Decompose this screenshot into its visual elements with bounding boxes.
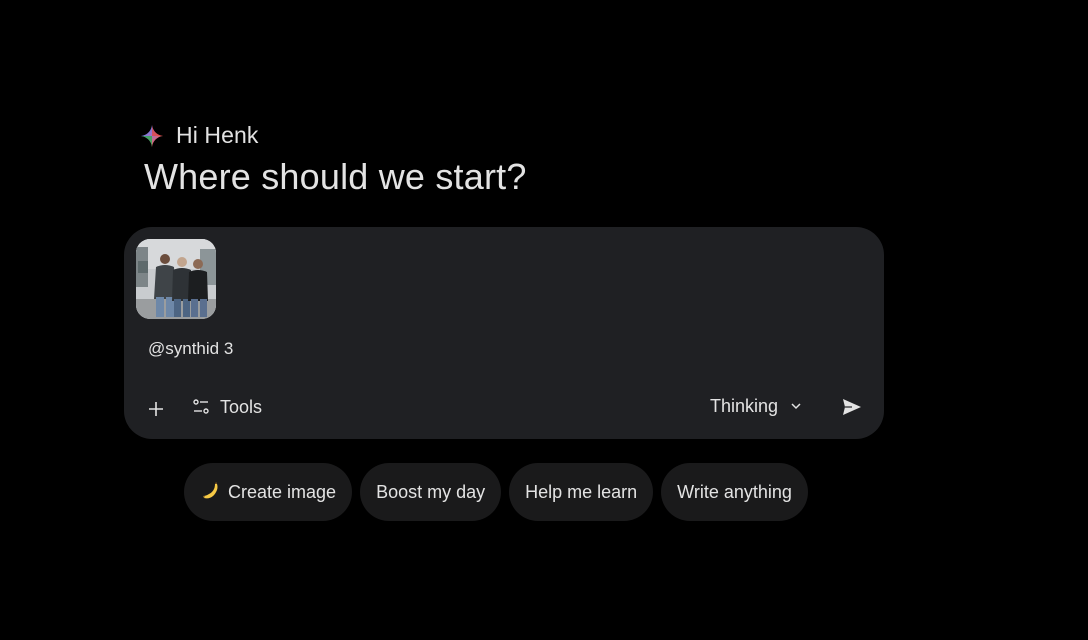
send-button[interactable] [840, 395, 864, 419]
plus-icon [149, 402, 163, 416]
send-icon [843, 399, 861, 415]
tools-button[interactable]: Tools [192, 393, 262, 421]
greeting-hi: Hi Henk [176, 122, 259, 148]
tools-label: Tools [220, 396, 263, 417]
add-attachment-button[interactable] [142, 395, 170, 423]
banana-icon [200, 481, 222, 503]
prompt-input[interactable]: @synthid 3 [148, 339, 233, 359]
page-title: Where should we start? [144, 156, 527, 197]
greeting: Hi Henk [140, 122, 259, 149]
gemini-spark-icon [141, 124, 163, 147]
chip-create-image[interactable]: Create image [184, 463, 353, 521]
mode-label: Thinking [710, 395, 779, 416]
chip-label: Create image [228, 481, 337, 502]
attached-image-thumbnail[interactable] [136, 239, 216, 319]
prompt-composer[interactable]: @synthid 3 Tools Thinking [124, 227, 884, 439]
chip-label: Help me learn [525, 481, 638, 502]
chip-label: Write anything [677, 481, 792, 502]
gemini-home: Hi Henk Where should we start? @synthid … [0, 0, 1088, 640]
model-mode-select[interactable]: Thinking [710, 392, 802, 420]
chip-help-me-learn[interactable]: Help me learn [509, 463, 654, 521]
chip-write-anything[interactable]: Write anything [661, 463, 808, 521]
tools-sliders-icon [193, 399, 209, 414]
suggestion-chips: Create image Boost my day Help me learn … [184, 463, 808, 521]
chip-label: Boost my day [376, 481, 486, 502]
photo-thumbnail-icon [136, 239, 216, 319]
chip-boost-my-day[interactable]: Boost my day [360, 463, 502, 521]
chevron-down-icon [791, 403, 801, 410]
